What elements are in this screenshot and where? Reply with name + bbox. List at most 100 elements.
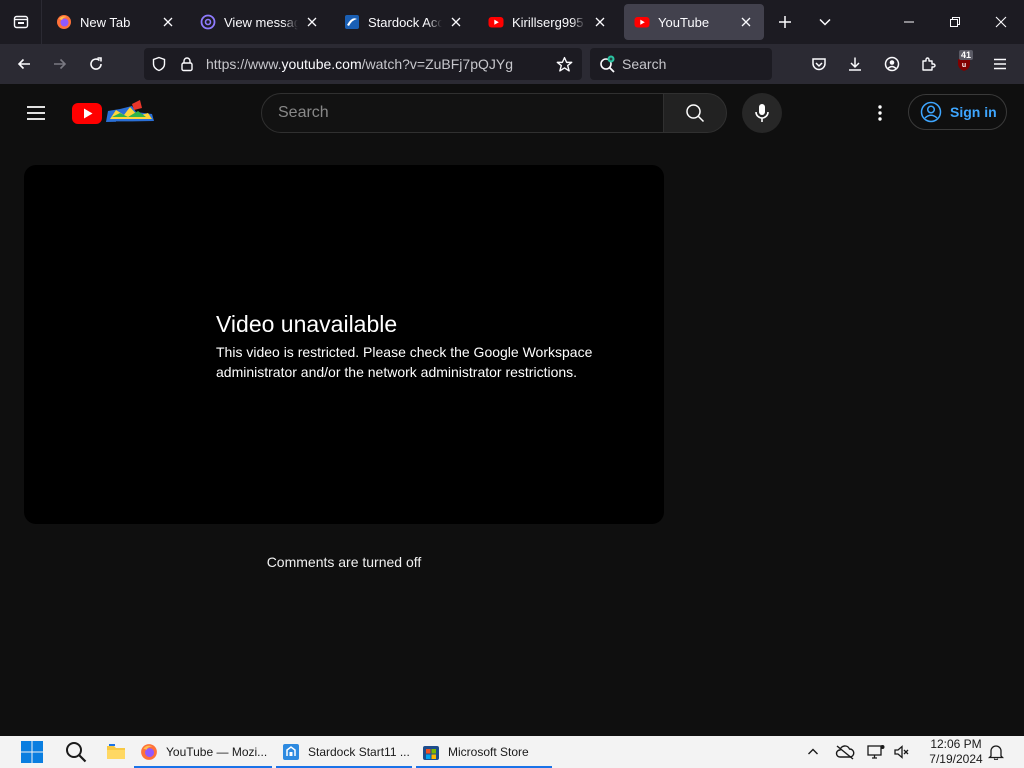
- account-button[interactable]: [876, 48, 908, 80]
- minimize-icon: [904, 21, 914, 23]
- search-placeholder: Search: [622, 56, 667, 72]
- plus-icon: [779, 16, 791, 28]
- app-menu-button[interactable]: [984, 48, 1016, 80]
- list-all-tabs-button[interactable]: [809, 6, 841, 38]
- forward-button[interactable]: [44, 48, 76, 80]
- voice-search-button[interactable]: [742, 93, 782, 133]
- stardock-icon: [344, 14, 360, 30]
- url-text: https://www.youtube.com/watch?v=ZuBFj7pQ…: [206, 48, 513, 80]
- download-icon: [849, 57, 861, 71]
- show-hidden-icons-button[interactable]: [803, 736, 823, 768]
- chevron-up-icon: [808, 748, 818, 755]
- taskbar-search-button[interactable]: [62, 736, 90, 768]
- close-icon[interactable]: [160, 14, 176, 30]
- pocket-button[interactable]: [803, 48, 835, 80]
- tab-stardock-account[interactable]: Stardock Accou: [334, 4, 474, 40]
- settings-more-button[interactable]: [864, 97, 896, 129]
- video-unavailable-title: Video unavailable: [216, 311, 398, 337]
- tab-title: New Tab: [80, 14, 131, 30]
- close-icon[interactable]: [448, 14, 464, 30]
- sign-in-button[interactable]: Sign in: [908, 94, 1007, 130]
- close-icon[interactable]: [304, 14, 320, 30]
- file-explorer-button[interactable]: [104, 736, 128, 768]
- tab-title: Stardock Accou: [368, 14, 442, 30]
- system-clock[interactable]: 12:06 PM 7/19/2024: [916, 737, 996, 767]
- taskbar-app-label: Microsoft Store: [448, 745, 529, 759]
- start-button[interactable]: [18, 736, 46, 768]
- minimize-button[interactable]: [886, 0, 932, 44]
- youtube-search-input[interactable]: Search: [261, 93, 664, 133]
- browser-search-bar[interactable]: Search: [590, 48, 772, 80]
- url-path: /watch?v=ZuBFj7pQJYg: [361, 56, 513, 72]
- shield-icon[interactable]: [151, 56, 167, 72]
- close-icon[interactable]: [592, 14, 608, 30]
- search-engine-icon: [600, 55, 615, 73]
- url-bar[interactable]: https://www.youtube.com/watch?v=ZuBFj7pQ…: [144, 48, 582, 80]
- tab-new-tab[interactable]: New Tab: [46, 4, 186, 40]
- sign-in-label: Sign in: [950, 104, 997, 120]
- youtube-logo-link[interactable]: [72, 98, 158, 128]
- microphone-icon: [755, 104, 769, 122]
- url-prefix: https://www.: [206, 56, 282, 72]
- hamburger-menu-icon: [994, 58, 1006, 70]
- hamburger-menu-icon: [27, 106, 45, 120]
- arrow-right-icon: [54, 58, 67, 70]
- email-at-icon: [200, 14, 216, 30]
- taskbar-app-label: YouTube — Mozi...: [166, 745, 268, 759]
- browser-tab-strip: New Tab View message - Stardock Accou Ki…: [0, 0, 1024, 44]
- tab-youtube-active[interactable]: YouTube: [624, 4, 764, 40]
- close-icon: [995, 16, 1007, 28]
- tab-kirillserg995[interactable]: Kirillserg995 Ant: [478, 4, 618, 40]
- downloads-button[interactable]: [839, 48, 871, 80]
- firefox-view-button[interactable]: [0, 0, 42, 44]
- windows-taskbar: YouTube — Mozi... Stardock Start11 ... M…: [0, 736, 1024, 768]
- onedrive-tray-button[interactable]: [833, 736, 857, 768]
- youtube-header: Search Sign in: [0, 84, 1024, 142]
- guide-menu-button[interactable]: [20, 97, 52, 129]
- bell-icon: [988, 745, 1004, 760]
- taskbar-app-microsoft-store[interactable]: Microsoft Store: [416, 736, 552, 768]
- account-icon: [884, 56, 900, 72]
- tab-title: YouTube: [658, 14, 710, 30]
- search-placeholder: Search: [278, 104, 329, 121]
- youtube-icon: [488, 14, 504, 30]
- chevron-down-icon: [819, 18, 831, 26]
- video-player[interactable]: Video unavailable This video is restrict…: [24, 165, 664, 524]
- volume-tray-button[interactable]: [892, 736, 912, 768]
- new-tab-button[interactable]: [769, 6, 801, 38]
- restore-button[interactable]: [932, 0, 978, 44]
- search-icon: [686, 104, 705, 123]
- reload-button[interactable]: [80, 48, 112, 80]
- speaker-muted-icon: [894, 745, 909, 759]
- reload-icon: [90, 57, 102, 70]
- clock-time: 12:06 PM: [930, 737, 982, 751]
- lock-icon[interactable]: [179, 56, 195, 72]
- video-unavailable-message: This video is restricted. Please check t…: [216, 344, 593, 380]
- firefox-view-icon: [13, 15, 28, 29]
- pocket-icon: [812, 58, 826, 71]
- user-circle-icon: [920, 101, 942, 123]
- extensions-button[interactable]: [912, 48, 944, 80]
- url-host: youtube.com: [281, 56, 362, 72]
- tab-view-message[interactable]: View message -: [190, 4, 330, 40]
- youtube-search-button[interactable]: [663, 93, 727, 133]
- taskbar-app-stardock-start11[interactable]: Stardock Start11 ...: [276, 736, 412, 768]
- notifications-button[interactable]: [986, 736, 1006, 768]
- microsoft-store-icon: [422, 743, 440, 761]
- close-window-button[interactable]: [978, 0, 1024, 44]
- cloud-offline-icon: [835, 745, 855, 760]
- search-icon: [66, 742, 87, 763]
- network-tray-button[interactable]: [865, 736, 887, 768]
- star-bookmark-icon[interactable]: [556, 56, 573, 73]
- close-icon[interactable]: [738, 14, 754, 30]
- folder-icon: [107, 744, 125, 759]
- svg-text:u: u: [962, 62, 966, 69]
- youtube-logo-icon: [72, 100, 154, 124]
- taskbar-app-firefox[interactable]: YouTube — Mozi...: [134, 736, 272, 768]
- restore-icon: [950, 17, 960, 27]
- back-button[interactable]: [8, 48, 40, 80]
- tab-title: View message -: [224, 14, 298, 30]
- windows-logo-icon: [21, 741, 43, 763]
- taskbar-app-label: Stardock Start11 ...: [308, 745, 410, 759]
- comments-status: Comments are turned off: [266, 554, 422, 570]
